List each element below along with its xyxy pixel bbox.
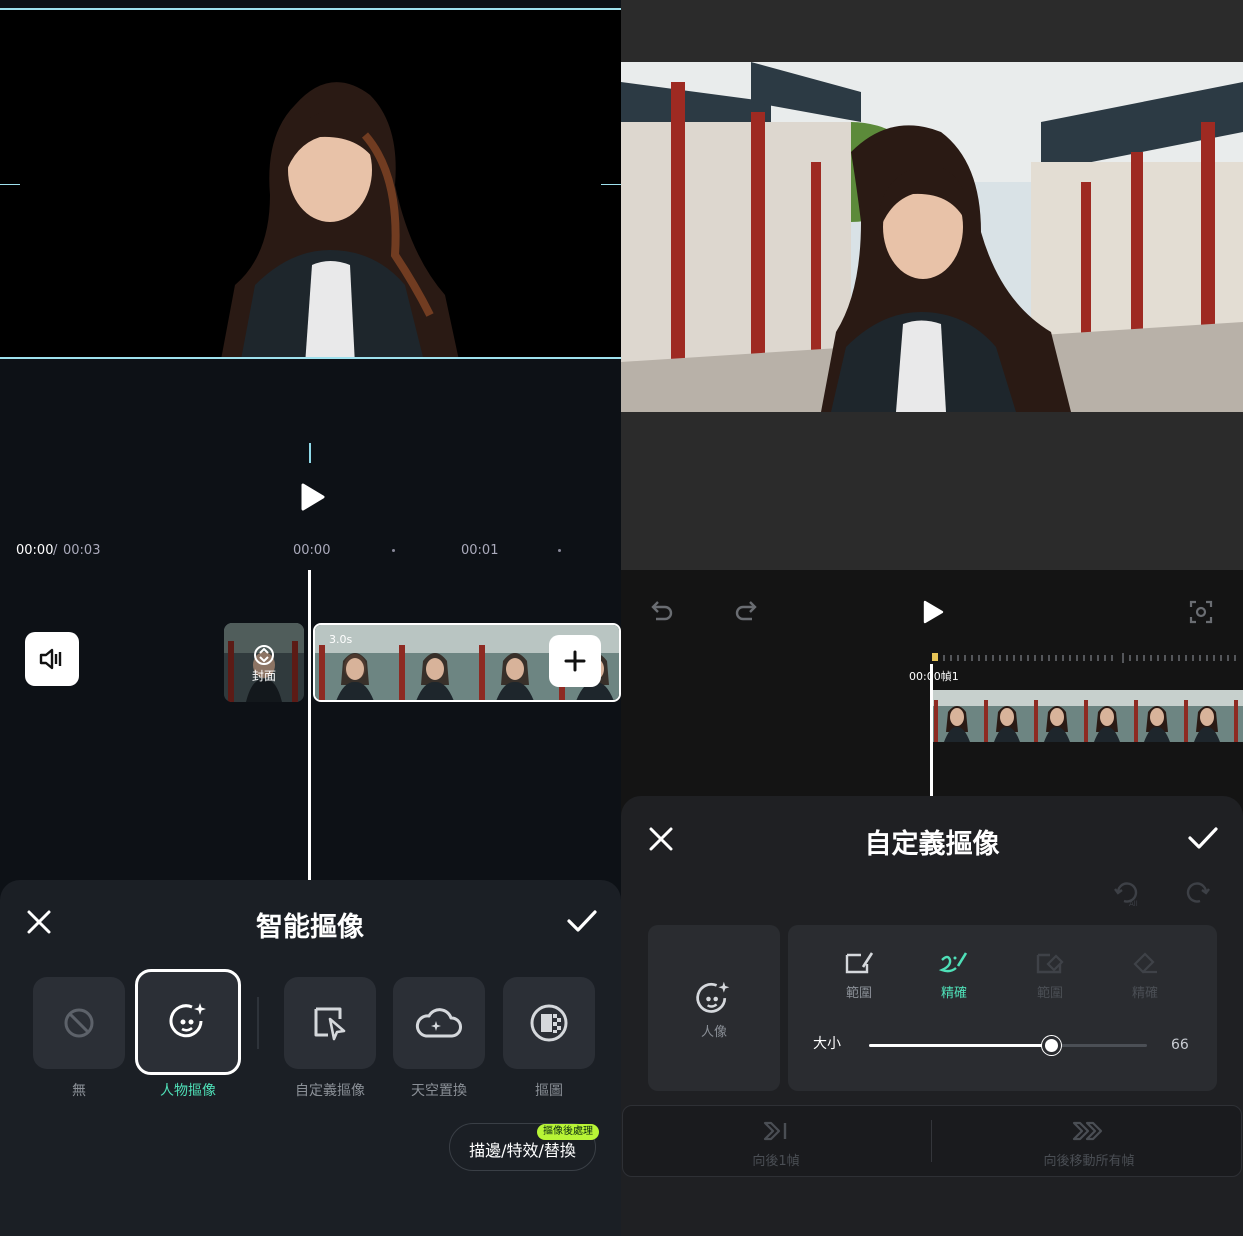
precise-eraser-icon bbox=[1133, 952, 1157, 974]
move-all-frames-button[interactable]: 向後移動所有幀 bbox=[1014, 1120, 1164, 1169]
brush-size-slider-knob[interactable] bbox=[1042, 1036, 1061, 1055]
cover-button[interactable]: 封面 bbox=[224, 623, 304, 702]
tool-label: 人物摳像 bbox=[160, 1083, 216, 1099]
next-frame-button[interactable]: 向後1幀 bbox=[721, 1120, 831, 1169]
confirm-check-icon[interactable] bbox=[1187, 825, 1219, 851]
ruler-mark: 00:01 bbox=[461, 543, 499, 558]
frame-ruler[interactable] bbox=[932, 653, 1243, 663]
current-time: 00:00 bbox=[16, 543, 54, 558]
clip-frame-thumbnail bbox=[395, 625, 475, 700]
frame-thumbnail bbox=[1232, 690, 1243, 742]
frame-thumbnail bbox=[1132, 690, 1182, 742]
cover-thumbnail bbox=[224, 623, 304, 702]
redo-all-icon[interactable] bbox=[1182, 878, 1212, 908]
frame-timecode: 00:00幀1 bbox=[909, 670, 959, 683]
ruler-dot bbox=[558, 549, 561, 552]
tool-label: 無 bbox=[72, 1083, 86, 1099]
preview-center-marker bbox=[309, 443, 311, 463]
custom-cutout-icon bbox=[314, 1007, 346, 1041]
undo-all-icon[interactable]: All bbox=[1112, 878, 1142, 908]
timeline-ruler[interactable]: 00:00 / 00:03 00:00 00:01 bbox=[0, 530, 621, 570]
undo-icon[interactable] bbox=[648, 599, 674, 623]
frame-thumbnail bbox=[982, 690, 1032, 742]
frame-strip[interactable] bbox=[932, 690, 1243, 742]
close-icon[interactable] bbox=[648, 826, 674, 852]
range-eraser-button[interactable]: 範圍 bbox=[1010, 950, 1090, 1001]
close-icon[interactable] bbox=[26, 909, 52, 935]
plus-icon bbox=[564, 650, 586, 672]
range-eraser-icon bbox=[1036, 953, 1064, 974]
tool-label: 摳圖 bbox=[535, 1083, 563, 1099]
frame-thumbnail bbox=[932, 690, 982, 742]
stroke-effects-replace-label: 描邊/特效/替換 bbox=[469, 1141, 576, 1160]
playhead[interactable] bbox=[930, 664, 933, 796]
brush-label: 精確 bbox=[940, 986, 967, 1001]
redo-icon[interactable] bbox=[734, 599, 760, 623]
none-icon bbox=[64, 1008, 94, 1038]
screenshot-icon[interactable] bbox=[1189, 600, 1213, 624]
left-screen: 00:00 / 00:03 00:00 00:01 封面 3.0s 智能摳像 無… bbox=[0, 0, 621, 1236]
crop-edge-right bbox=[601, 184, 621, 185]
tool-none[interactable] bbox=[33, 977, 125, 1069]
range-pen-icon bbox=[845, 952, 874, 974]
brush-label: 範圍 bbox=[1036, 986, 1063, 1001]
move-all-frames-label: 向後移動所有幀 bbox=[1043, 1154, 1135, 1169]
matte-icon bbox=[530, 1004, 568, 1042]
right-screen: 00:00幀1 自定義摳像 All 人像 範圍 精確 範圍 精確 大小 66 向… bbox=[621, 0, 1243, 1236]
speaker-mute-icon bbox=[39, 648, 62, 670]
sheet-title: 智能摳像 bbox=[256, 912, 364, 943]
playhead[interactable] bbox=[308, 570, 311, 880]
confirm-check-icon[interactable] bbox=[566, 908, 598, 934]
portrait-cutout-icon bbox=[696, 981, 730, 1013]
next-frame-icon bbox=[763, 1121, 787, 1141]
brush-size-slider-fill bbox=[869, 1044, 1052, 1047]
portrait-label: 人像 bbox=[700, 1025, 727, 1040]
play-icon[interactable] bbox=[922, 600, 944, 624]
portrait-cutout-icon bbox=[169, 1003, 206, 1038]
play-icon[interactable] bbox=[299, 483, 325, 511]
frame-thumbnail bbox=[1182, 690, 1232, 742]
clip-frame-thumbnail bbox=[475, 625, 555, 700]
move-all-frames-icon bbox=[1072, 1121, 1103, 1141]
svg-text:All: All bbox=[1129, 900, 1138, 908]
add-clip-button[interactable] bbox=[549, 635, 601, 687]
clip-frame-thumbnail: 3.0s bbox=[315, 625, 395, 700]
tool-custom-cutout[interactable] bbox=[284, 977, 376, 1069]
tool-label: 天空置換 bbox=[411, 1083, 467, 1099]
sky-replace-icon bbox=[415, 1008, 462, 1038]
total-time: 00:03 bbox=[63, 543, 101, 558]
tool-label: 自定義摳像 bbox=[295, 1083, 365, 1099]
brush-size-label: 大小 bbox=[813, 1036, 841, 1052]
brush-label: 範圍 bbox=[845, 986, 872, 1001]
clip-duration: 3.0s bbox=[329, 633, 353, 646]
mute-audio-button[interactable] bbox=[25, 632, 79, 686]
cover-label: 封面 bbox=[251, 669, 276, 683]
portrait-cutout-option[interactable]: 人像 bbox=[648, 925, 780, 1091]
tool-matte[interactable] bbox=[503, 977, 595, 1069]
frame-actions-divider bbox=[931, 1120, 932, 1162]
cutout-preview[interactable] bbox=[0, 8, 621, 359]
precise-brush-icon bbox=[938, 952, 968, 973]
temple-scene-image bbox=[621, 62, 1243, 412]
tool-portrait-cutout[interactable] bbox=[135, 969, 241, 1075]
ruler-dot bbox=[392, 549, 395, 552]
sheet-title: 自定義摳像 bbox=[864, 829, 1000, 860]
frame-thumbnail bbox=[1082, 690, 1132, 742]
ruler-mark: 00:00 bbox=[293, 543, 331, 558]
brush-size-value: 66 bbox=[1171, 1037, 1189, 1053]
time-separator: / bbox=[53, 543, 58, 558]
range-pen-button[interactable]: 範圍 bbox=[819, 950, 899, 1001]
frame-thumbnail bbox=[1032, 690, 1082, 742]
brush-label: 精確 bbox=[1131, 986, 1158, 1001]
crop-edge-left bbox=[0, 184, 20, 185]
tool-sky-replace[interactable] bbox=[393, 977, 485, 1069]
next-frame-label: 向後1幀 bbox=[752, 1154, 800, 1169]
precise-brush-button[interactable]: 精確 bbox=[914, 950, 994, 1001]
subject-cutout-image bbox=[221, 82, 459, 357]
post-cutout-badge: 摳像後處理 bbox=[537, 1124, 599, 1140]
precise-eraser-button[interactable]: 精確 bbox=[1105, 950, 1185, 1001]
video-preview[interactable] bbox=[621, 62, 1243, 412]
tool-divider bbox=[257, 997, 259, 1049]
